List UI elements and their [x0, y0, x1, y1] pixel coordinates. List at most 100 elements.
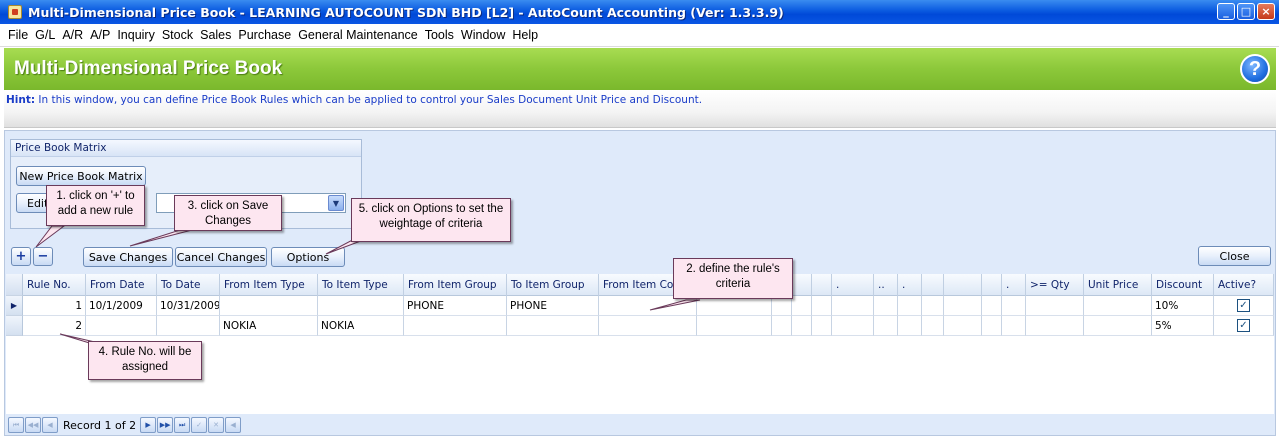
delete-record-icon[interactable]: ✕	[208, 417, 225, 433]
options-button[interactable]: Options	[271, 247, 345, 267]
cell-dot-1[interactable]	[832, 296, 874, 316]
col-blank-5[interactable]	[922, 274, 944, 296]
cell-to-item-type[interactable]	[318, 296, 404, 316]
cell-dot-1[interactable]	[832, 316, 874, 336]
new-price-book-matrix-button[interactable]: New Price Book Matrix	[16, 166, 146, 186]
col-to-item-type[interactable]: To Item Type	[318, 274, 404, 296]
col-min-qty[interactable]: >= Qty	[1026, 274, 1084, 296]
cell-blank-3[interactable]	[792, 296, 812, 316]
col-from-date[interactable]: From Date	[86, 274, 157, 296]
cell-dot-4[interactable]	[1002, 316, 1026, 336]
cell-unit-price[interactable]	[1084, 296, 1152, 316]
menu-window[interactable]: Window	[461, 28, 505, 42]
cell-blank-1[interactable]	[697, 296, 772, 316]
cell-blank-4[interactable]	[812, 296, 832, 316]
active-checkbox[interactable]: ✓	[1237, 319, 1250, 332]
cancel-changes-button[interactable]: Cancel Changes	[175, 247, 267, 267]
cell-blank-2[interactable]	[772, 316, 792, 336]
cell-blank-6[interactable]	[944, 316, 982, 336]
menu-ap[interactable]: A/P	[90, 28, 110, 42]
cell-from-item-code[interactable]	[599, 316, 697, 336]
cell-to-item-type[interactable]: NOKIA	[318, 316, 404, 336]
cell-discount[interactable]: 10%	[1152, 296, 1214, 316]
active-checkbox[interactable]: ✓	[1237, 299, 1250, 312]
menu-ar[interactable]: A/R	[62, 28, 83, 42]
last-record-icon[interactable]: ⏭	[174, 417, 191, 433]
cell-dot-2[interactable]	[874, 296, 898, 316]
col-dot-2[interactable]: ..	[874, 274, 898, 296]
col-dot-4[interactable]: .	[1002, 274, 1026, 296]
cell-to-date[interactable]: 10/31/2009	[157, 296, 220, 316]
next-page-icon[interactable]: ▶▶	[157, 417, 174, 433]
minimize-button[interactable]: _	[1217, 3, 1235, 20]
save-changes-button[interactable]: Save Changes	[83, 247, 173, 267]
cell-blank-7[interactable]	[982, 316, 1002, 336]
cell-min-qty[interactable]	[1026, 316, 1084, 336]
close-window-button[interactable]: ×	[1257, 3, 1275, 20]
col-unit-price[interactable]: Unit Price	[1084, 274, 1152, 296]
cell-to-item-group[interactable]	[507, 316, 599, 336]
col-blank-3[interactable]	[792, 274, 812, 296]
cell-from-item-group[interactable]	[404, 316, 507, 336]
cell-from-date[interactable]: 10/1/2009	[86, 296, 157, 316]
scroll-left-icon[interactable]: ◀	[225, 417, 242, 433]
col-blank-6[interactable]	[944, 274, 982, 296]
col-active[interactable]: Active?	[1214, 274, 1274, 296]
next-record-icon[interactable]: ▶	[140, 417, 157, 433]
cell-to-date[interactable]	[157, 316, 220, 336]
prev-record-icon[interactable]: ◀	[42, 417, 58, 433]
cell-blank-5[interactable]	[922, 296, 944, 316]
cell-blank-4[interactable]	[812, 316, 832, 336]
col-to-item-group[interactable]: To Item Group	[507, 274, 599, 296]
col-to-date[interactable]: To Date	[157, 274, 220, 296]
prev-page-icon[interactable]: ◀◀	[25, 417, 41, 433]
row-indicator[interactable]	[6, 316, 23, 336]
cell-rule-no[interactable]: 1	[23, 296, 86, 316]
append-record-icon[interactable]: ✓	[191, 417, 208, 433]
col-rule-no[interactable]: Rule No.	[23, 274, 86, 296]
menu-help[interactable]: Help	[512, 28, 538, 42]
first-record-icon[interactable]: ⏮	[8, 417, 24, 433]
menu-tools[interactable]: Tools	[425, 28, 454, 42]
cell-to-item-group[interactable]: PHONE	[507, 296, 599, 316]
cell-from-date[interactable]	[86, 316, 157, 336]
cell-from-item-type[interactable]: NOKIA	[220, 316, 318, 336]
col-from-item-group[interactable]: From Item Group	[404, 274, 507, 296]
col-discount[interactable]: Discount	[1152, 274, 1214, 296]
menu-inquiry[interactable]: Inquiry	[117, 28, 155, 42]
cell-blank-7[interactable]	[982, 296, 1002, 316]
col-blank-7[interactable]	[982, 274, 1002, 296]
cell-dot-4[interactable]	[1002, 296, 1026, 316]
menu-sales[interactable]: Sales	[200, 28, 231, 42]
maximize-button[interactable]: □	[1237, 3, 1255, 20]
col-from-item-type[interactable]: From Item Type	[220, 274, 318, 296]
remove-rule-button[interactable]: −	[33, 247, 53, 266]
menu-general-maintenance[interactable]: General Maintenance	[298, 28, 418, 42]
cell-dot-3[interactable]	[898, 316, 922, 336]
chevron-down-icon[interactable]: ▼	[328, 195, 344, 211]
cell-rule-no[interactable]: 2	[23, 316, 86, 336]
menu-stock[interactable]: Stock	[162, 28, 193, 42]
cell-from-item-type[interactable]	[220, 296, 318, 316]
col-dot-3[interactable]: .	[898, 274, 922, 296]
cell-from-item-group[interactable]: PHONE	[404, 296, 507, 316]
help-icon[interactable]: ?	[1240, 54, 1270, 84]
cell-discount[interactable]: 5%	[1152, 316, 1214, 336]
cell-dot-3[interactable]	[898, 296, 922, 316]
cell-min-qty[interactable]	[1026, 296, 1084, 316]
col-dot-1[interactable]: .	[832, 274, 874, 296]
cell-blank-3[interactable]	[792, 316, 812, 336]
cell-blank-6[interactable]	[944, 296, 982, 316]
menu-purchase[interactable]: Purchase	[238, 28, 291, 42]
menu-gl[interactable]: G/L	[35, 28, 55, 42]
close-button[interactable]: Close	[1198, 246, 1271, 266]
cell-blank-2[interactable]	[772, 296, 792, 316]
cell-blank-1[interactable]	[697, 316, 772, 336]
cell-unit-price[interactable]	[1084, 316, 1152, 336]
col-blank-4[interactable]	[812, 274, 832, 296]
cell-from-item-code[interactable]	[599, 296, 697, 316]
cell-dot-2[interactable]	[874, 316, 898, 336]
menu-file[interactable]: File	[8, 28, 28, 42]
cell-blank-5[interactable]	[922, 316, 944, 336]
add-rule-button[interactable]: +	[11, 247, 31, 266]
